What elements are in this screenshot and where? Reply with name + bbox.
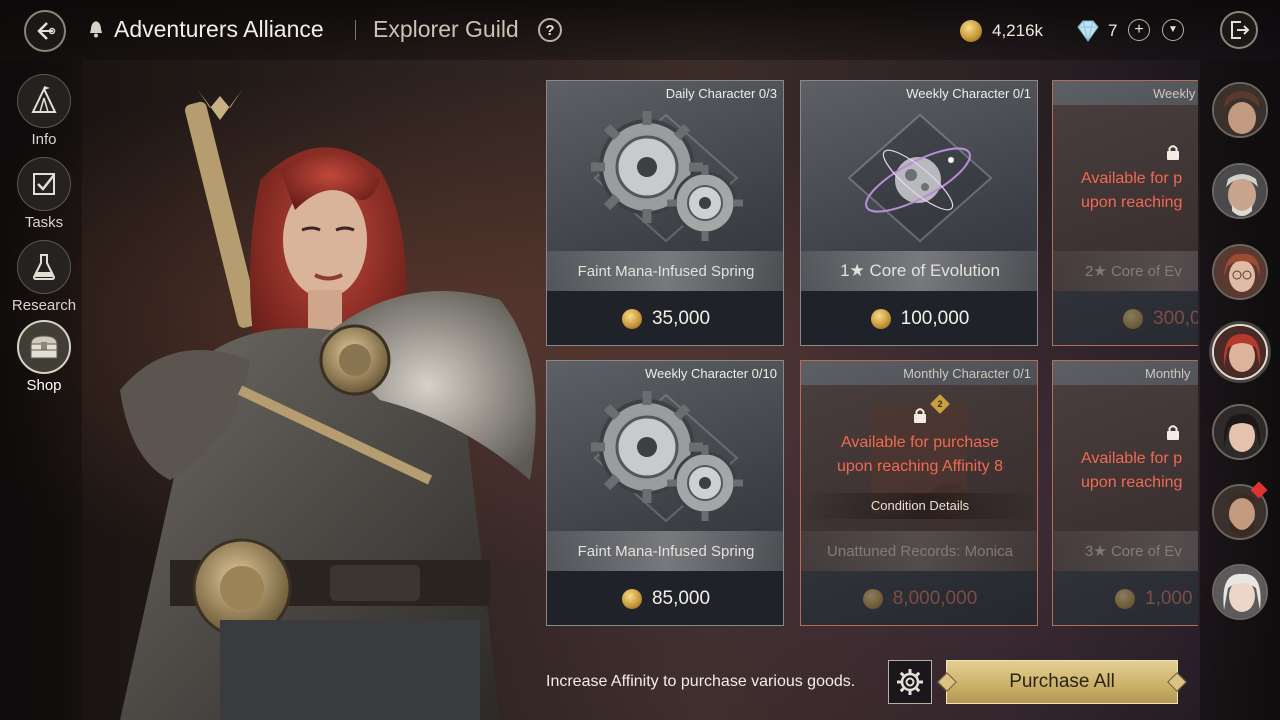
lock-message-line-1: Available for p bbox=[1081, 450, 1183, 467]
gold-coin-icon bbox=[960, 20, 982, 42]
rank-badge-value: 2 bbox=[937, 399, 943, 409]
gold-coin-icon bbox=[870, 309, 891, 329]
card-limit-label: Monthly Character 0/1 bbox=[903, 366, 1031, 381]
character-portrait bbox=[80, 60, 550, 720]
gear-item-icon bbox=[591, 111, 743, 243]
gem-amount: 7 bbox=[1108, 21, 1118, 40]
sidebar-icon-wrap bbox=[17, 240, 71, 294]
lock-icon bbox=[1167, 425, 1179, 440]
lock-icon bbox=[914, 408, 926, 423]
currency-dropdown-button[interactable]: ▼ bbox=[1162, 19, 1184, 41]
roster-portrait-5[interactable] bbox=[1212, 404, 1268, 460]
help-button[interactable]: ? bbox=[538, 18, 562, 42]
price-value: 35,000 bbox=[651, 308, 711, 329]
roster-portrait-2[interactable] bbox=[1212, 163, 1268, 219]
orb-item-icon bbox=[847, 113, 993, 243]
roster-portrait-7[interactable] bbox=[1212, 564, 1268, 620]
tent-icon bbox=[31, 86, 57, 113]
shop-column-clipped: Weekly Available for p upon reaching 2★ … bbox=[1052, 80, 1198, 628]
gem-icon bbox=[1077, 20, 1099, 42]
lock-message-line-1: Available for purchase bbox=[840, 434, 1000, 451]
lock-message-line-2: upon reaching bbox=[1081, 474, 1183, 491]
character-roster bbox=[1200, 60, 1280, 720]
sidebar-item-tasks[interactable]: Tasks bbox=[0, 157, 88, 231]
price-value: 300,0 bbox=[1153, 308, 1198, 329]
card-item-name: Unattuned Records: Monica bbox=[801, 531, 1037, 571]
back-arrow-icon bbox=[37, 22, 56, 40]
price-value: 85,000 bbox=[651, 588, 711, 609]
card-limit-label: Weekly bbox=[1153, 86, 1196, 101]
sidebar-icon-wrap bbox=[17, 320, 71, 374]
flask-icon bbox=[32, 254, 56, 280]
affinity-hint: Increase Affinity to purchase various go… bbox=[546, 673, 856, 690]
card-price: 85,000 bbox=[547, 571, 783, 625]
roster-portrait-3[interactable] bbox=[1212, 244, 1268, 300]
roster-portrait-1[interactable] bbox=[1212, 82, 1268, 138]
bell-icon bbox=[90, 21, 102, 38]
back-button[interactable] bbox=[24, 10, 66, 52]
card-item-name: 1★ Core of Evolution bbox=[801, 251, 1037, 291]
sidebar-item-label: Shop bbox=[26, 377, 62, 394]
card-price: 300,0 bbox=[1053, 291, 1198, 345]
exit-button[interactable] bbox=[1220, 11, 1258, 49]
rank-badge: 2 bbox=[930, 394, 950, 414]
sidebar-item-research[interactable]: Research bbox=[0, 240, 88, 314]
card-price: 100,000 bbox=[801, 291, 1037, 345]
card-item-name: 2★ Core of Ev bbox=[1053, 251, 1198, 291]
roster-portrait-4-selected[interactable] bbox=[1212, 324, 1268, 380]
lock-message-line-1: Available for p bbox=[1081, 170, 1183, 187]
lock-message-line-2: upon reaching Affinity 8 bbox=[836, 458, 1004, 475]
gold-coin-icon bbox=[621, 589, 642, 609]
sidebar-icon-wrap bbox=[17, 157, 71, 211]
gold-coin-icon bbox=[1115, 589, 1135, 609]
card-item-name: Faint Mana-Infused Spring bbox=[547, 531, 783, 571]
sidebar-item-label: Info bbox=[31, 131, 57, 148]
gold-coin-icon bbox=[621, 309, 642, 329]
lock-message-line-2: upon reaching bbox=[1081, 194, 1183, 211]
card-price: 35,000 bbox=[547, 291, 783, 345]
price-value: 1,000 bbox=[1145, 588, 1193, 609]
chest-icon bbox=[30, 335, 58, 359]
gold-amount: 4,216k bbox=[992, 21, 1044, 40]
card-item-name: 3★ Core of Ev bbox=[1053, 531, 1198, 571]
title-divider bbox=[355, 20, 356, 40]
gear-item-icon bbox=[591, 391, 743, 523]
lock-icon bbox=[1167, 145, 1179, 160]
shop-card-weekly-spring[interactable]: Weekly Character 0/10 Faint Mana-Infused… bbox=[546, 360, 784, 626]
shop-card-daily-spring[interactable]: Daily Character 0/3 Faint Mana-Infused S… bbox=[546, 80, 784, 346]
exit-icon bbox=[1231, 21, 1250, 39]
guild-name: Adventurers Alliance bbox=[114, 16, 324, 42]
gear-icon bbox=[897, 669, 923, 695]
shop-card-core-evolution-2[interactable]: Weekly Available for p upon reaching 2★ … bbox=[1052, 80, 1198, 346]
page-title: Explorer Guild bbox=[373, 16, 519, 42]
price-value: 100,000 bbox=[900, 308, 970, 329]
card-limit-label: Daily Character 0/3 bbox=[665, 86, 777, 101]
shop-card-records-monica[interactable]: Monthly Character 0/1 2 Available for pu… bbox=[800, 360, 1038, 626]
card-limit-label: Monthly bbox=[1145, 366, 1191, 381]
sidebar-item-label: Research bbox=[11, 297, 77, 314]
add-gems-button[interactable]: + bbox=[1128, 19, 1150, 41]
price-value: 8,000,000 bbox=[892, 588, 978, 609]
card-item-name: Faint Mana-Infused Spring bbox=[547, 251, 783, 291]
card-limit-label: Weekly Character 0/1 bbox=[906, 86, 1031, 101]
sidebar-item-info[interactable]: Info bbox=[0, 74, 88, 148]
condition-details-button[interactable]: Condition Details bbox=[801, 493, 1037, 519]
card-price: 1,000 bbox=[1053, 571, 1198, 625]
card-price: 8,000,000 bbox=[801, 571, 1037, 625]
card-limit-label: Weekly Character 0/10 bbox=[645, 366, 777, 381]
gold-coin-icon bbox=[1123, 309, 1143, 329]
checklist-icon bbox=[33, 173, 55, 195]
gold-coin-icon bbox=[862, 589, 883, 609]
sidebar-icon-wrap bbox=[17, 74, 71, 128]
sidebar-item-label: Tasks bbox=[24, 214, 64, 231]
sidebar-item-shop[interactable]: Shop bbox=[0, 320, 88, 394]
shop-card-core-evolution[interactable]: Weekly Character 0/1 1★ Core of Evolutio… bbox=[800, 80, 1038, 346]
purchase-all-button[interactable]: Purchase All bbox=[946, 660, 1178, 704]
shop-card-core-evolution-3[interactable]: Monthly Available for p upon reaching 3★… bbox=[1052, 360, 1198, 626]
top-bar: Adventurers Alliance Explorer Guild ? 4,… bbox=[0, 0, 1280, 60]
settings-button[interactable] bbox=[888, 660, 932, 704]
